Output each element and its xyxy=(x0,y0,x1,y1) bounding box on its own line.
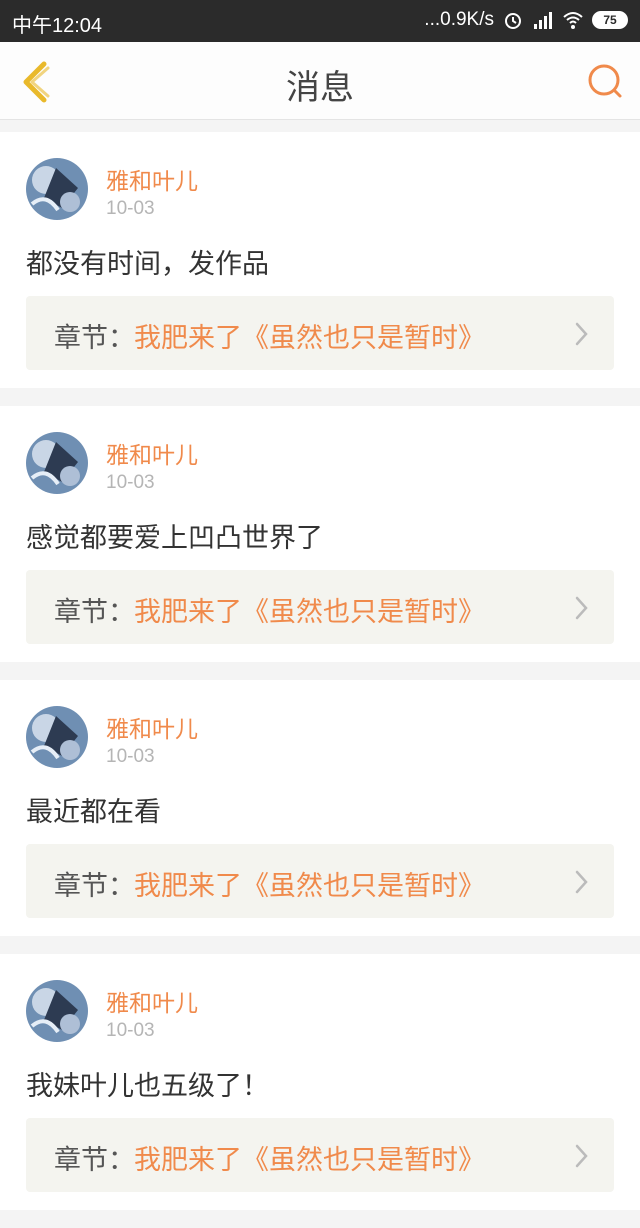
chapter-title: 我肥来了《虽然也只是暂时》 xyxy=(134,1145,485,1176)
author-name[interactable]: 雅和叶儿 xyxy=(106,162,198,196)
chapter-link[interactable]: 章节： 我肥来了《虽然也只是暂时》 xyxy=(26,1118,614,1192)
battery-icon: 75 xyxy=(592,11,628,29)
battery-level: 75 xyxy=(603,13,617,27)
chapter-label: 章节： xyxy=(54,1145,135,1176)
avatar[interactable] xyxy=(26,706,88,768)
message-date: 10-03 xyxy=(106,472,155,493)
chevron-right-icon xyxy=(575,1144,588,1168)
chapter-link[interactable]: 章节： 我肥来了《虽然也只是暂时》 xyxy=(26,296,614,370)
avatar[interactable] xyxy=(26,432,88,494)
chapter-link[interactable]: 章节： 我肥来了《虽然也只是暂时》 xyxy=(26,570,614,644)
message-date: 10-03 xyxy=(106,1020,155,1041)
chapter-label: 章节： xyxy=(54,597,135,628)
alarm-icon xyxy=(505,13,521,29)
wifi-icon xyxy=(563,12,583,29)
message-date: 10-03 xyxy=(106,198,155,219)
status-icons: ...0.9K/s 75 xyxy=(424,9,628,31)
chapter-title: 我肥来了《虽然也只是暂时》 xyxy=(134,597,485,628)
signal-icon xyxy=(534,12,552,29)
chevron-right-icon xyxy=(575,322,588,346)
author-name[interactable]: 雅和叶儿 xyxy=(106,710,198,744)
author-name[interactable]: 雅和叶儿 xyxy=(106,984,198,1018)
message-date: 10-03 xyxy=(106,746,155,767)
message-card: 雅和叶儿 10-03 我妹叶儿也五级了！ 章节： 我肥来了《虽然也只是暂时》 xyxy=(0,954,640,1210)
chevron-right-icon xyxy=(575,870,588,894)
message-card: 雅和叶儿 10-03 感觉都要爱上凹凸世界了 章节： 我肥来了《虽然也只是暂时》 xyxy=(0,406,640,662)
message-text: 我妹叶儿也五级了！ xyxy=(26,1071,269,1102)
message-text: 最近都在看 xyxy=(26,797,161,828)
search-icon[interactable] xyxy=(586,62,626,102)
message-text: 都没有时间，发作品 xyxy=(26,249,269,280)
chapter-label: 章节： xyxy=(54,323,135,354)
status-bar: 中午12:04 ...0.9K/s 75 xyxy=(0,0,640,42)
message-text: 感觉都要爱上凹凸世界了 xyxy=(26,523,323,554)
network-speed: ...0.9K/s xyxy=(424,9,494,30)
chevron-right-icon xyxy=(575,596,588,620)
avatar[interactable] xyxy=(26,158,88,220)
chapter-link[interactable]: 章节： 我肥来了《虽然也只是暂时》 xyxy=(26,844,614,918)
page-title: 消息 xyxy=(286,68,354,108)
message-list: 雅和叶儿 10-03 都没有时间，发作品 章节： 我肥来了《虽然也只是暂时》 雅… xyxy=(0,132,640,1228)
status-time: 中午12:04 xyxy=(12,15,103,37)
avatar[interactable] xyxy=(26,980,88,1042)
message-card: 雅和叶儿 10-03 都没有时间，发作品 章节： 我肥来了《虽然也只是暂时》 xyxy=(0,132,640,388)
message-card: 雅和叶儿 10-03 最近都在看 章节： 我肥来了《虽然也只是暂时》 xyxy=(0,680,640,936)
chapter-title: 我肥来了《虽然也只是暂时》 xyxy=(134,323,485,354)
chapter-title: 我肥来了《虽然也只是暂时》 xyxy=(134,871,485,902)
top-bar: 消息 xyxy=(0,42,640,120)
chapter-label: 章节： xyxy=(54,871,135,902)
author-name[interactable]: 雅和叶儿 xyxy=(106,436,198,470)
